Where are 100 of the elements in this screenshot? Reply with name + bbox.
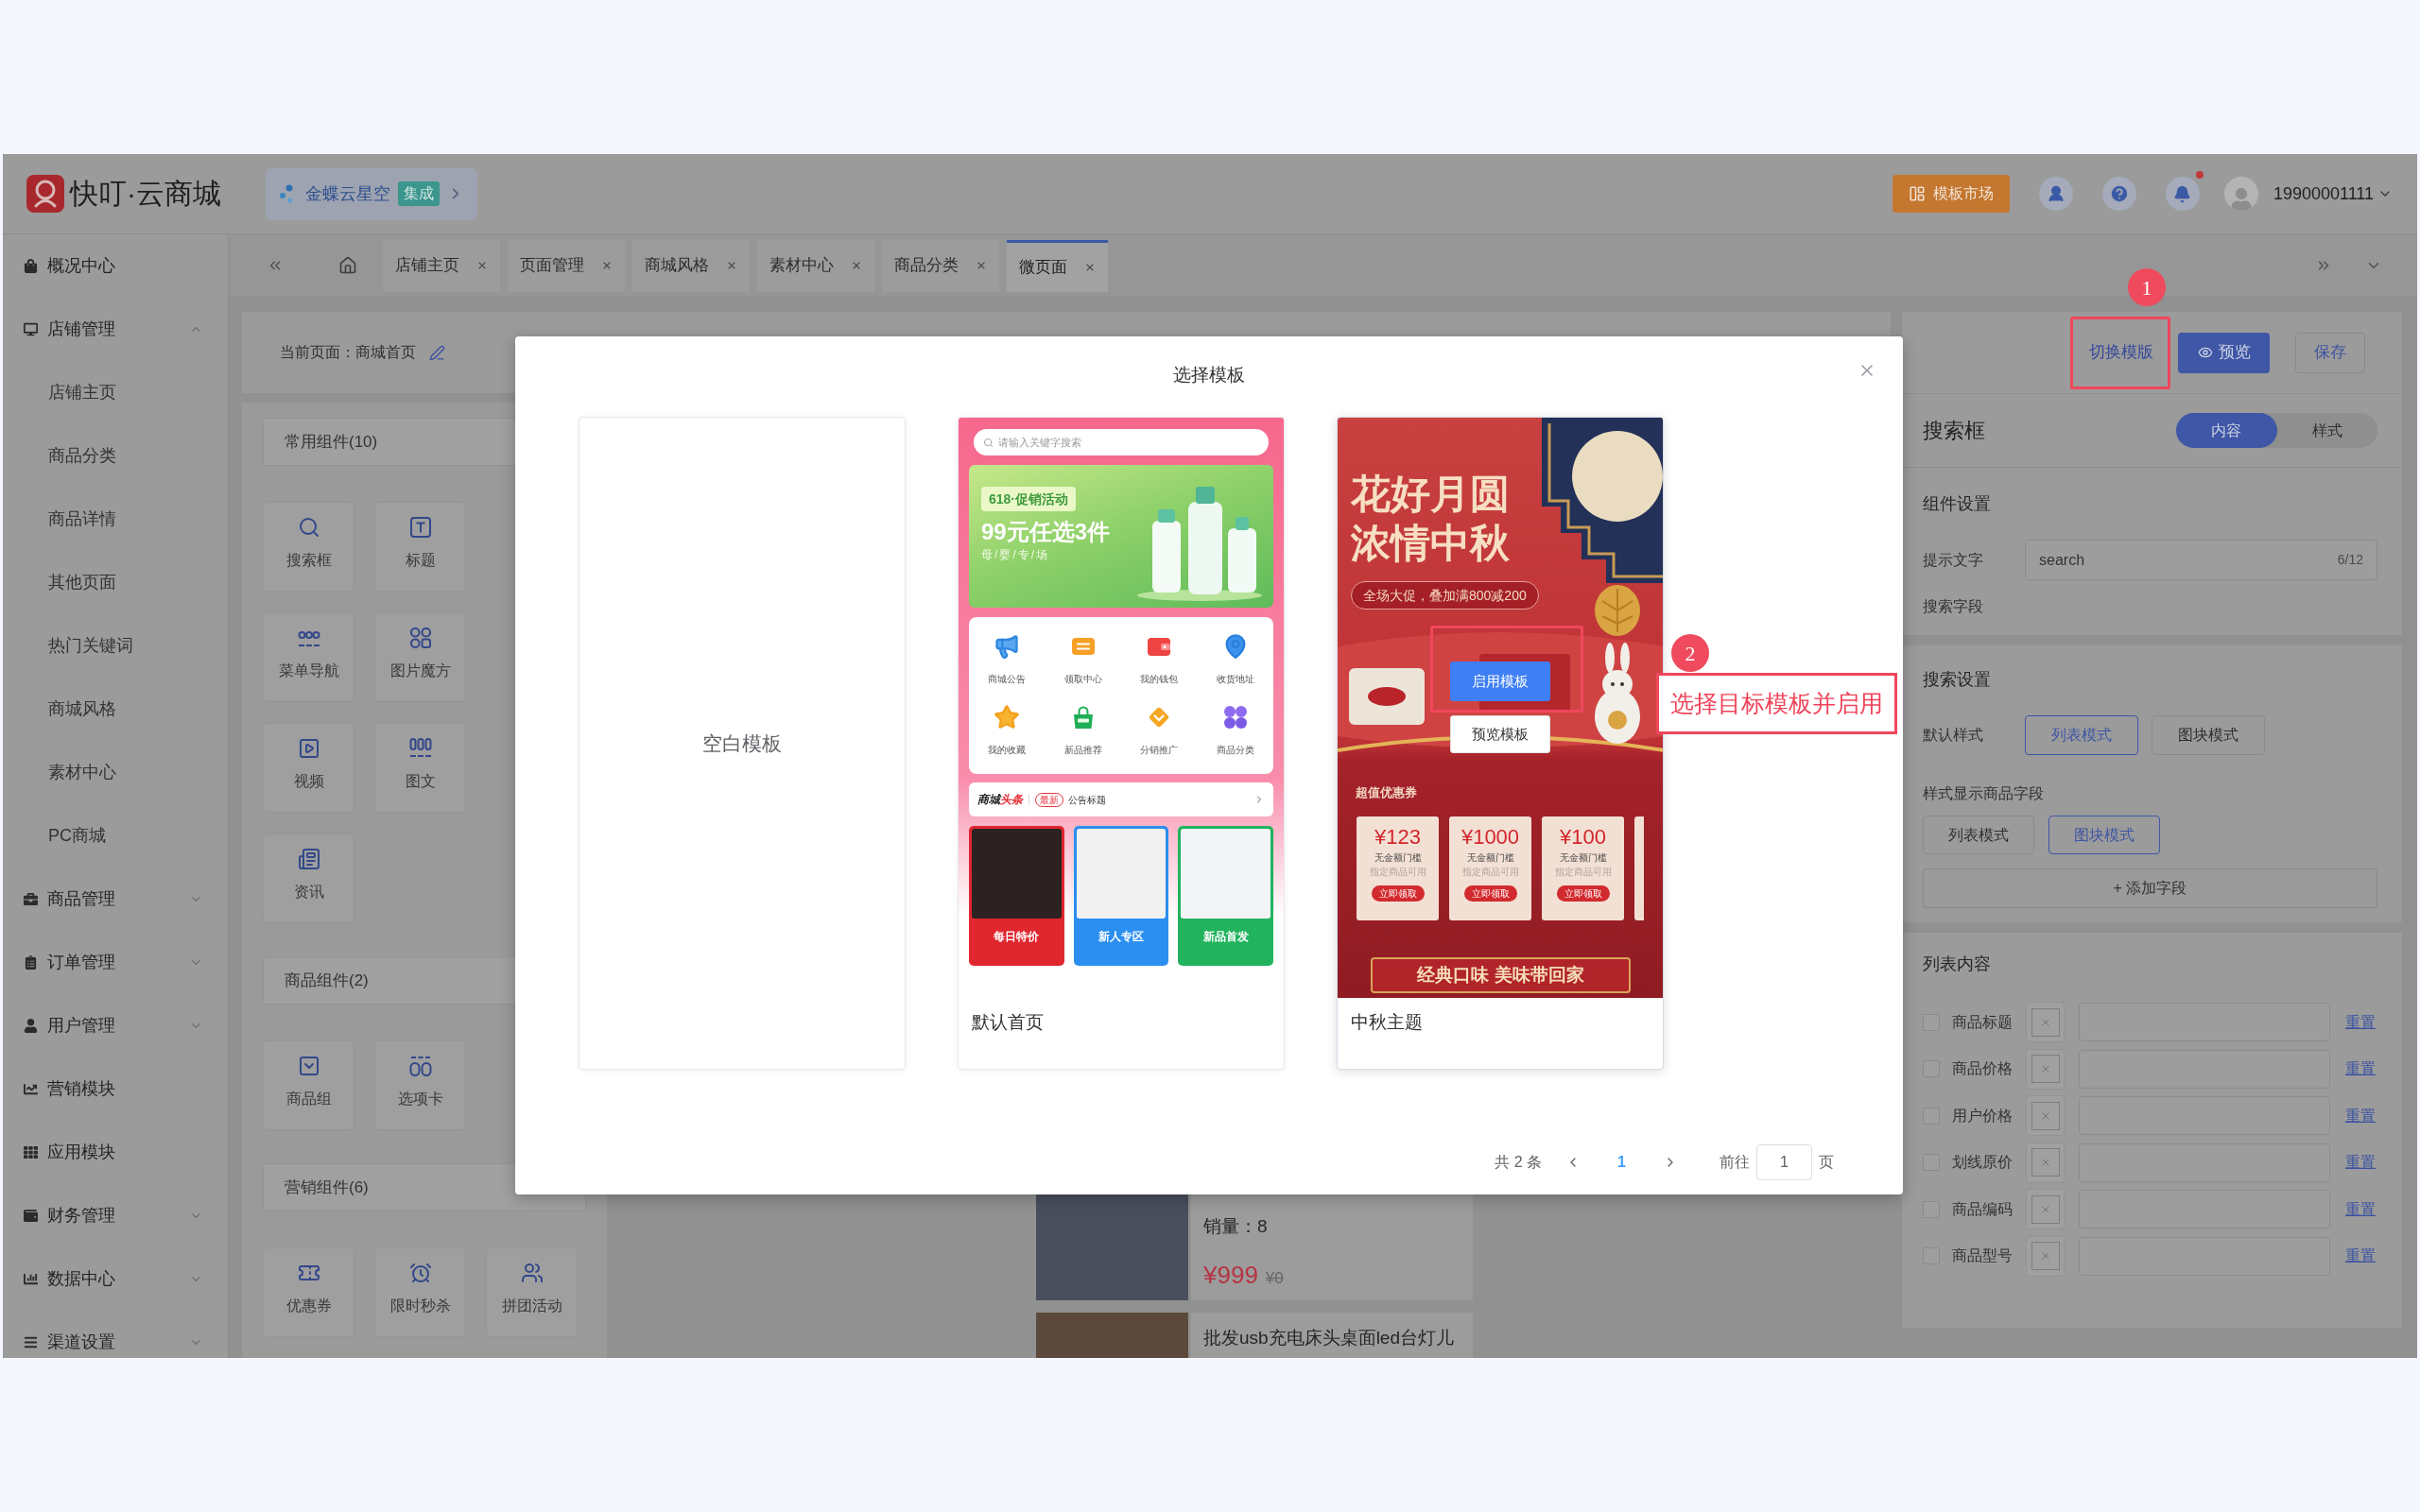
component-tile[interactable]: 图片魔方	[374, 612, 466, 702]
promo-label: 新品首发	[1202, 930, 1249, 943]
component-tile[interactable]: 选项卡	[374, 1040, 466, 1130]
claim-button: 立即领取	[1463, 885, 1517, 902]
help-icon[interactable]	[2101, 177, 2136, 211]
page-tab[interactable]: 页面管理	[508, 239, 625, 292]
page-number[interactable]: 1	[1617, 1151, 1626, 1174]
component-tile[interactable]: 图文	[374, 723, 466, 813]
template-name: 空白模板	[702, 730, 782, 756]
style-option-button[interactable]: 列表模式	[2025, 715, 2138, 755]
switch-template-button[interactable]: 切换模版	[2076, 332, 2167, 373]
bell-icon[interactable]	[2165, 177, 2200, 211]
sidebar-subitem[interactable]: 店铺主页	[3, 376, 228, 409]
sidebar-item[interactable]: 渠道设置	[3, 1326, 228, 1358]
preview-button[interactable]: 预览	[2178, 332, 2270, 373]
clear-button[interactable]	[2026, 1002, 2065, 1042]
chevron-square-icon	[297, 1055, 320, 1077]
component-tile[interactable]: 菜单导航	[263, 612, 354, 702]
sidebar-item[interactable]: 概况中心	[3, 249, 228, 283]
sidebar-item[interactable]: 数据中心	[3, 1263, 228, 1296]
save-button[interactable]: 保存	[2295, 332, 2365, 373]
page-tab[interactable]: 商品分类	[882, 239, 999, 292]
sidebar-subitem[interactable]: 商品详情	[3, 503, 228, 536]
settings-tab[interactable]: 内容	[2176, 413, 2277, 448]
template-name: 中秋主题	[1351, 1012, 1423, 1032]
poster-title: 花好月圆	[1351, 470, 1510, 519]
sales-count: 销量：8	[1203, 1215, 1268, 1238]
sidebar-subitem[interactable]: PC商城	[3, 819, 228, 852]
home-icon[interactable]	[338, 256, 357, 275]
hint-text-field[interactable]: search 6/12	[2025, 540, 2377, 580]
reset-link[interactable]: 重置	[2345, 1010, 2376, 1034]
template-card[interactable]: 空白模板	[579, 417, 906, 1070]
clear-button[interactable]	[2026, 1048, 2065, 1090]
component-tile[interactable]: 视频	[263, 723, 354, 813]
component-tile[interactable]: 搜索框	[263, 502, 354, 592]
edit-icon[interactable]	[429, 344, 445, 361]
settings-tab[interactable]: 样式	[2276, 413, 2377, 448]
close-icon[interactable]	[601, 260, 613, 271]
slogan-ribbon: 经典口味 美味带回家	[1371, 957, 1631, 993]
sidebar-item[interactable]: 财务管理	[3, 1199, 228, 1232]
sidebar-subitem[interactable]: 商品分类	[3, 439, 228, 472]
page-tab[interactable]: 素材中心	[757, 239, 874, 292]
play-icon	[297, 737, 320, 760]
style-option-button[interactable]: 列表模式	[1923, 816, 2034, 854]
avatar-icon[interactable]	[2223, 177, 2258, 211]
sidebar-subitem[interactable]: 其他页面	[3, 566, 228, 599]
page-tab[interactable]: 商城风格	[632, 239, 750, 292]
close-icon[interactable]	[476, 260, 488, 271]
component-tile[interactable]: 拼团活动	[486, 1247, 578, 1337]
template-card[interactable]: 请输入关键字搜索 618·促销活动 99元任选3件 母/婴/专/场 商城公告 领取中心 我的钱包 收货地址 我的收藏 新品推荐 分销推广 商品分类 商城头条 最新 公告标题 每日特价 新人专区 新品首发 默认首页	[958, 417, 1285, 1070]
style-option-button[interactable]: 图块模式	[2152, 715, 2265, 755]
component-tile[interactable]: 优惠券	[263, 1247, 354, 1337]
style-option-button[interactable]: 图块模式	[2048, 816, 2160, 854]
component-tile[interactable]: 标题	[374, 502, 466, 592]
integration-pill[interactable]: 金蝶云星空 集成	[266, 167, 477, 220]
user-phone[interactable]: 19900001111	[2273, 180, 2374, 207]
sidebar-item[interactable]: 应用模块	[3, 1136, 228, 1169]
close-icon[interactable]	[726, 260, 737, 271]
apply-template-button[interactable]: 启用模板	[1450, 662, 1550, 701]
close-icon[interactable]	[976, 260, 987, 271]
promo-label: 每日特价	[994, 930, 1040, 943]
search-icon	[983, 437, 994, 448]
reset-link[interactable]: 重置	[2345, 1197, 2376, 1221]
dialog-title: 选择模板	[1173, 364, 1245, 387]
reset-link[interactable]: 重置	[2345, 1245, 2376, 1267]
preview-template-button[interactable]: 预览模板	[1450, 715, 1550, 753]
clear-button[interactable]	[2026, 1142, 2065, 1183]
sidebar-subitem[interactable]: 商城风格	[3, 693, 228, 726]
component-tile[interactable]: 商品组	[263, 1040, 354, 1130]
sidebar-subitem[interactable]: 素材中心	[3, 756, 228, 789]
sidebar-item[interactable]: 店铺管理	[3, 313, 228, 346]
coupon-condition: 无金额门槛	[1559, 852, 1607, 864]
news-brand: 商城头条	[977, 792, 1023, 808]
search-icon	[297, 516, 320, 539]
sidebar-item[interactable]: 订单管理	[3, 946, 228, 979]
page-tab[interactable]: 微页面	[1007, 239, 1108, 292]
person-icon[interactable]	[2038, 177, 2073, 211]
field-label: 商品编码	[1952, 1199, 2014, 1219]
component-tile[interactable]: 资讯	[263, 833, 354, 923]
close-icon[interactable]	[851, 260, 862, 271]
clear-button[interactable]	[2026, 1235, 2065, 1277]
sidebar-item[interactable]: 用户管理	[3, 1009, 228, 1042]
page-tab[interactable]: 店铺主页	[383, 239, 500, 292]
component-tile[interactable]: 限时秒杀	[374, 1247, 466, 1337]
reset-link[interactable]: 重置	[2345, 1151, 2376, 1174]
add-field-button[interactable]: + 添加字段	[1923, 868, 2377, 908]
clear-button[interactable]	[2026, 1189, 2065, 1229]
sidebar-item[interactable]: 商品管理	[3, 883, 228, 916]
clear-button[interactable]	[2026, 1095, 2065, 1136]
sidebar-subitem[interactable]: 热门关键词	[3, 629, 228, 662]
page-input[interactable]: 1	[1756, 1144, 1812, 1180]
banner-tag: 618·促销活动	[981, 487, 1077, 511]
template-market-button[interactable]: 模板市场	[1892, 175, 2010, 213]
coupon-condition: 无金额门槛	[1374, 852, 1422, 864]
sidebar-item[interactable]: 营销模块	[3, 1073, 228, 1106]
wallet-icon	[24, 1209, 38, 1223]
reset-link[interactable]: 重置	[2345, 1057, 2376, 1080]
clipboard-icon	[24, 955, 38, 970]
callout-note: 选择目标模板并启用	[1656, 673, 1897, 734]
reset-link[interactable]: 重置	[2345, 1104, 2376, 1127]
